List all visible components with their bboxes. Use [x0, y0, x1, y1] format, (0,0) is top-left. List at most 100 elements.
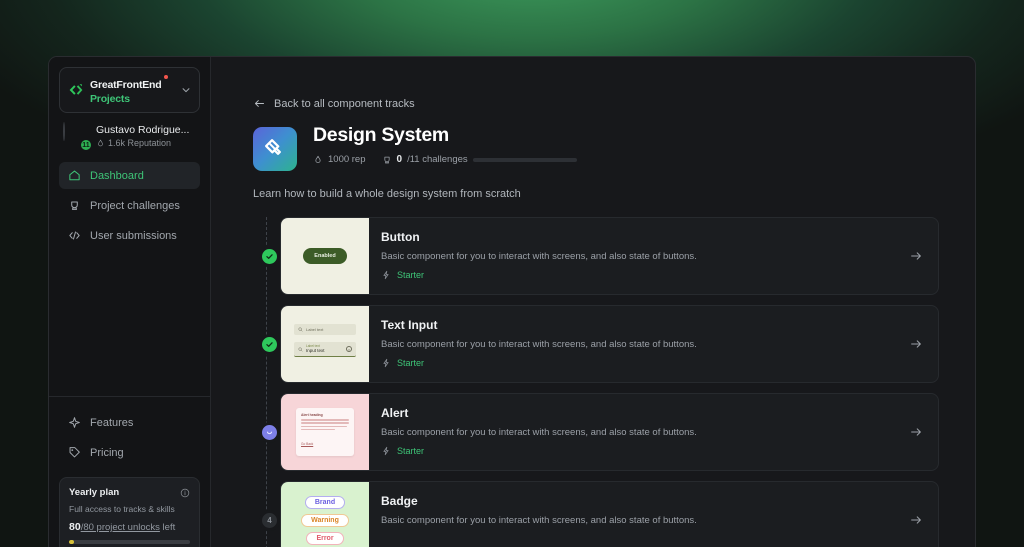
- sidebar-item-dashboard[interactable]: Dashboard: [59, 162, 200, 190]
- profile-block[interactable]: 11 Gustavo Rodrigue... 1.6k Reputation: [59, 113, 200, 158]
- challenge-tag-label: Starter: [397, 270, 425, 280]
- challenge-title: Button: [381, 230, 420, 244]
- challenge-row: 4 Brand Warning Error Badge Basic compon…: [253, 481, 939, 547]
- timeline-node: 4: [253, 481, 280, 547]
- sidebar-item-pricing[interactable]: Pricing: [59, 439, 200, 466]
- arrow-right-icon[interactable]: [894, 218, 938, 294]
- status-pending-indicator: 4: [259, 509, 280, 531]
- plan-title: Yearly plan: [69, 487, 120, 498]
- brand-name: GreatFrontEnd: [90, 79, 162, 91]
- plan-usage-used: 80: [69, 521, 81, 533]
- track-header-text: Design System 1000 rep 0/11 challenges: [313, 124, 577, 165]
- challenge-card-badge[interactable]: Brand Warning Error Badge Basic componen…: [280, 481, 939, 547]
- sidebar-divider: [49, 396, 210, 397]
- preview-input-group: Label text Label text Input text ×: [294, 324, 356, 364]
- badge-preview-thumbnail: Brand Warning Error: [281, 482, 369, 547]
- main-content: Back to all component tracks Design Syst…: [211, 57, 975, 547]
- challenge-row: Label text Label text Input text × Text …: [253, 305, 939, 383]
- back-to-tracks-link[interactable]: Back to all component tracks: [253, 97, 939, 110]
- challenge-card-body: Alert Basic component for you to interac…: [369, 394, 894, 470]
- chevron-down-icon[interactable]: [181, 85, 191, 95]
- challenge-card-body: Button Basic component for you to intera…: [369, 218, 894, 294]
- trophy-icon: [382, 155, 392, 165]
- challenge-row: Alert heading Go Back Alert Basic compon…: [253, 393, 939, 471]
- challenge-title: Text Input: [381, 318, 438, 332]
- status-done-icon: [259, 245, 280, 267]
- arrow-right-icon[interactable]: [894, 394, 938, 470]
- sidebar-nav: Dashboard Project challenges User submis…: [59, 162, 200, 252]
- plan-progress-bar: [69, 540, 190, 544]
- profile-reputation: 1.6k Reputation: [96, 138, 189, 148]
- track-rep-label: 1000 rep: [328, 154, 366, 165]
- challenge-tag-label: Starter: [397, 358, 425, 368]
- sidebar-item-project-challenges[interactable]: Project challenges: [59, 192, 200, 219]
- sidebar-item-user-submissions[interactable]: User submissions: [59, 222, 200, 249]
- challenge-description: Basic component for you to interact with…: [381, 339, 697, 350]
- track-meta: 1000 rep 0/11 challenges: [313, 154, 577, 165]
- paintbrush-icon: [253, 127, 297, 171]
- plan-subtitle: Full access to tracks & skills: [69, 504, 175, 514]
- track-challenges: 0/11 challenges: [382, 154, 577, 165]
- clear-icon: ×: [346, 346, 352, 352]
- fire-icon: [96, 139, 105, 148]
- sidebar: GreatFrontEnd Projects 11 Gustavo Rodrig…: [49, 57, 211, 547]
- challenge-tag-label: Starter: [397, 446, 425, 456]
- preview-alert-line: [301, 425, 348, 428]
- track-description: Learn how to build a whole design system…: [253, 188, 521, 200]
- status-done-icon: [259, 333, 280, 355]
- sparkle-icon: [68, 416, 81, 429]
- page-title: Design System: [313, 124, 449, 146]
- trophy-icon: [68, 199, 81, 212]
- preview-input-content: Label text Input text: [306, 344, 325, 354]
- challenge-card-button[interactable]: Enabled Button Basic component for you t…: [280, 217, 939, 295]
- track-rep: 1000 rep: [313, 154, 366, 165]
- alert-preview-thumbnail: Alert heading Go Back: [281, 394, 369, 470]
- bolt-icon: [381, 270, 391, 280]
- greatfrontend-logo-icon: [68, 82, 84, 98]
- track-challenges-total: /11 challenges: [407, 154, 468, 165]
- preview-badge-group: Brand Warning Error: [301, 495, 349, 545]
- arrow-right-icon[interactable]: [894, 482, 938, 547]
- plan-progress-fill: [69, 540, 74, 544]
- status-active-icon: [259, 421, 280, 443]
- timeline-node: [253, 305, 280, 383]
- preview-alert-link: Go Back: [301, 441, 314, 446]
- arrow-right-icon[interactable]: [894, 306, 938, 382]
- arrow-left-icon: [253, 97, 266, 110]
- home-icon: [68, 169, 81, 182]
- challenge-card-text-input[interactable]: Label text Label text Input text × Text …: [280, 305, 939, 383]
- challenge-description: Basic component for you to interact with…: [381, 427, 697, 438]
- preview-alert-line: [301, 422, 349, 424]
- preview-input-label: Label text: [306, 327, 324, 332]
- challenge-description: Basic component for you to interact with…: [381, 251, 697, 262]
- challenge-tag: Starter: [381, 270, 880, 280]
- preview-alert-title: Alert heading: [301, 413, 323, 418]
- track-header: Design System 1000 rep 0/11 challenges: [253, 124, 939, 171]
- sidebar-item-features[interactable]: Features: [59, 409, 200, 436]
- text-input-preview-thumbnail: Label text Label text Input text ×: [281, 306, 369, 382]
- challenge-card-alert[interactable]: Alert heading Go Back Alert Basic compon…: [280, 393, 939, 471]
- profile-reputation-text: 1.6k Reputation: [108, 138, 172, 149]
- brand-switcher[interactable]: GreatFrontEnd Projects: [59, 67, 200, 114]
- fire-icon: [313, 155, 323, 165]
- avatar-level-badge: 11: [80, 139, 92, 152]
- search-icon: [298, 327, 303, 332]
- info-icon[interactable]: [180, 488, 190, 498]
- bolt-icon: [381, 446, 391, 456]
- bolt-icon: [381, 358, 391, 368]
- search-icon: [298, 346, 303, 352]
- preview-badge-warning: Warning: [301, 513, 349, 527]
- tag-icon: [68, 446, 81, 459]
- sidebar-footer-nav: Features Pricing: [59, 409, 200, 469]
- challenge-list: Enabled Button Basic component for you t…: [253, 217, 939, 547]
- back-link-label: Back to all component tracks: [274, 97, 415, 110]
- challenge-title: Badge: [381, 494, 418, 508]
- challenge-title: Alert: [381, 406, 409, 420]
- preview-alert: Alert heading Go Back: [296, 408, 354, 456]
- preview-input-empty: Label text: [294, 324, 356, 335]
- plan-card[interactable]: Yearly plan Full access to tracks & skil…: [59, 477, 200, 547]
- profile-name: Gustavo Rodrigue...: [96, 124, 190, 137]
- preview-alert-line: [301, 419, 349, 421]
- notification-dot: [163, 75, 168, 79]
